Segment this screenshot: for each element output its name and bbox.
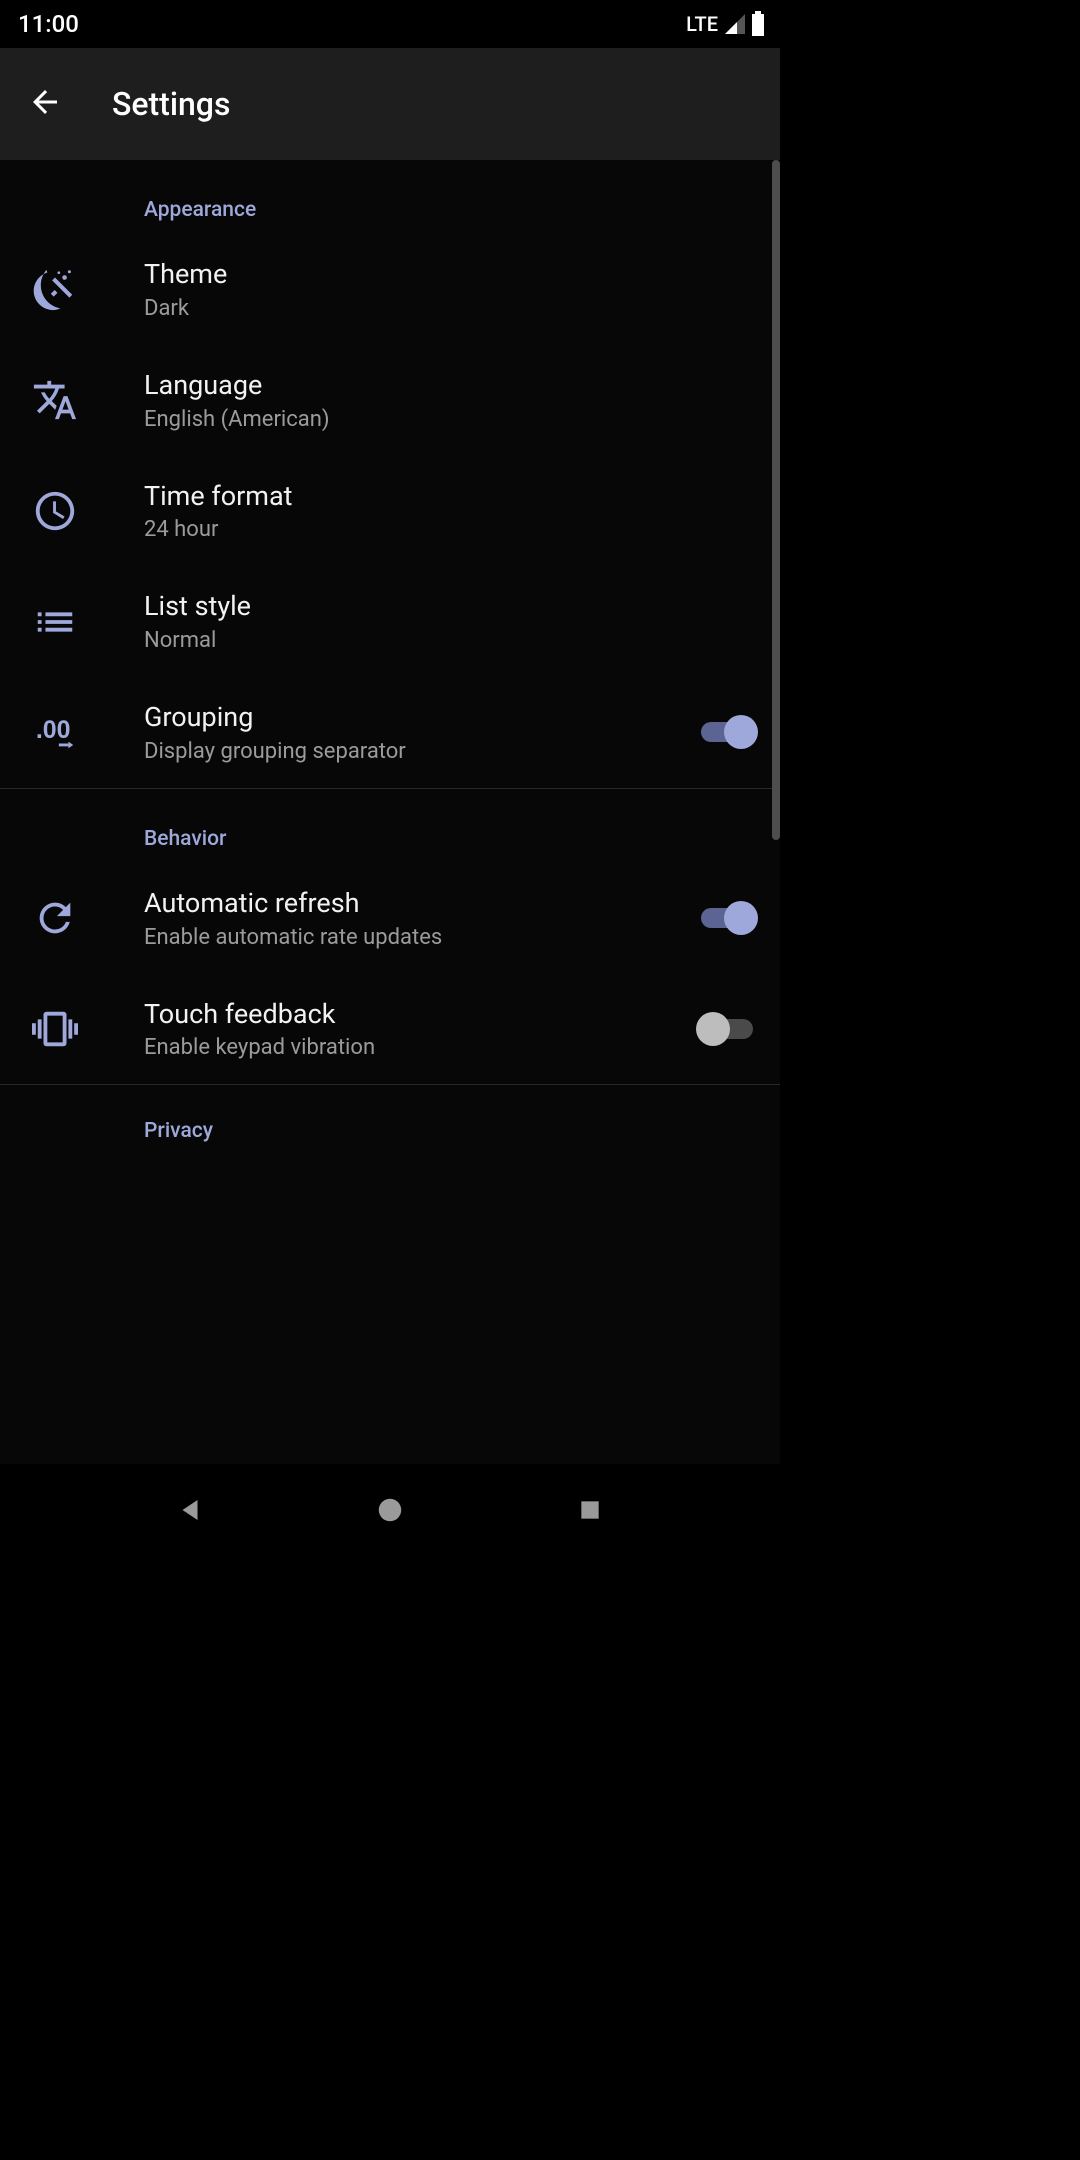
- pref-touch-feedback-summary: Enable keypad vibration: [144, 1035, 688, 1060]
- status-time: 11:00: [18, 10, 79, 38]
- pref-language-summary: English (American): [144, 407, 750, 432]
- status-right: LTE: [686, 11, 766, 37]
- svg-text:.00: .00: [36, 716, 71, 744]
- nav-recent-icon: [577, 1497, 603, 1527]
- pref-auto-refresh[interactable]: Automatic refresh Enable automatic rate …: [0, 863, 780, 974]
- nav-home-icon: [375, 1495, 405, 1529]
- pref-time-format[interactable]: Time format 24 hour: [0, 456, 780, 567]
- back-button[interactable]: [10, 69, 80, 139]
- settings-list[interactable]: Appearance Theme Dark Language En: [0, 160, 780, 1464]
- nav-back[interactable]: [150, 1472, 230, 1552]
- navigation-bar: [0, 1464, 780, 1560]
- pref-touch-feedback-title: Touch feedback: [144, 998, 688, 1032]
- pref-grouping-title: Grouping: [144, 701, 688, 735]
- grouping-icon: .00: [24, 709, 144, 755]
- section-title-behavior: Behavior: [144, 789, 780, 863]
- nav-back-icon: [175, 1495, 205, 1529]
- language-icon: [24, 377, 144, 423]
- signal-icon: [723, 12, 747, 36]
- pref-grouping[interactable]: .00 Grouping Display grouping separator: [0, 677, 780, 788]
- nav-recent[interactable]: [550, 1472, 630, 1552]
- pref-language[interactable]: Language English (American): [0, 345, 780, 456]
- list-icon: [24, 599, 144, 645]
- pref-theme-summary: Dark: [144, 296, 750, 321]
- pref-auto-refresh-summary: Enable automatic rate updates: [144, 925, 688, 950]
- pref-list-style-summary: Normal: [144, 628, 750, 653]
- pref-auto-refresh-title: Automatic refresh: [144, 887, 688, 921]
- pref-time-format-summary: 24 hour: [144, 517, 750, 542]
- refresh-icon: [24, 895, 144, 941]
- app-bar: Settings: [0, 48, 780, 160]
- arrow-back-icon: [27, 84, 63, 124]
- pref-list-style[interactable]: List style Normal: [0, 566, 780, 677]
- touch-feedback-toggle[interactable]: [696, 1011, 758, 1047]
- status-bar: 11:00 LTE: [0, 0, 780, 48]
- network-type: LTE: [686, 12, 718, 36]
- clock-icon: [24, 488, 144, 534]
- section-title-privacy: Privacy: [144, 1085, 780, 1155]
- scroll-indicator[interactable]: [772, 160, 780, 840]
- pref-theme[interactable]: Theme Dark: [0, 234, 780, 345]
- pref-theme-title: Theme: [144, 258, 750, 292]
- pref-touch-feedback[interactable]: Touch feedback Enable keypad vibration: [0, 974, 780, 1085]
- pref-time-format-title: Time format: [144, 480, 750, 514]
- battery-icon: [750, 11, 766, 37]
- auto-refresh-toggle[interactable]: [696, 900, 758, 936]
- nav-home[interactable]: [350, 1472, 430, 1552]
- section-title-appearance: Appearance: [144, 160, 780, 234]
- pref-language-title: Language: [144, 369, 750, 403]
- page-title: Settings: [112, 85, 230, 123]
- grouping-toggle[interactable]: [696, 714, 758, 750]
- pref-grouping-summary: Display grouping separator: [144, 739, 688, 764]
- theme-icon: [24, 266, 144, 312]
- pref-list-style-title: List style: [144, 590, 750, 624]
- vibration-icon: [24, 1006, 144, 1052]
